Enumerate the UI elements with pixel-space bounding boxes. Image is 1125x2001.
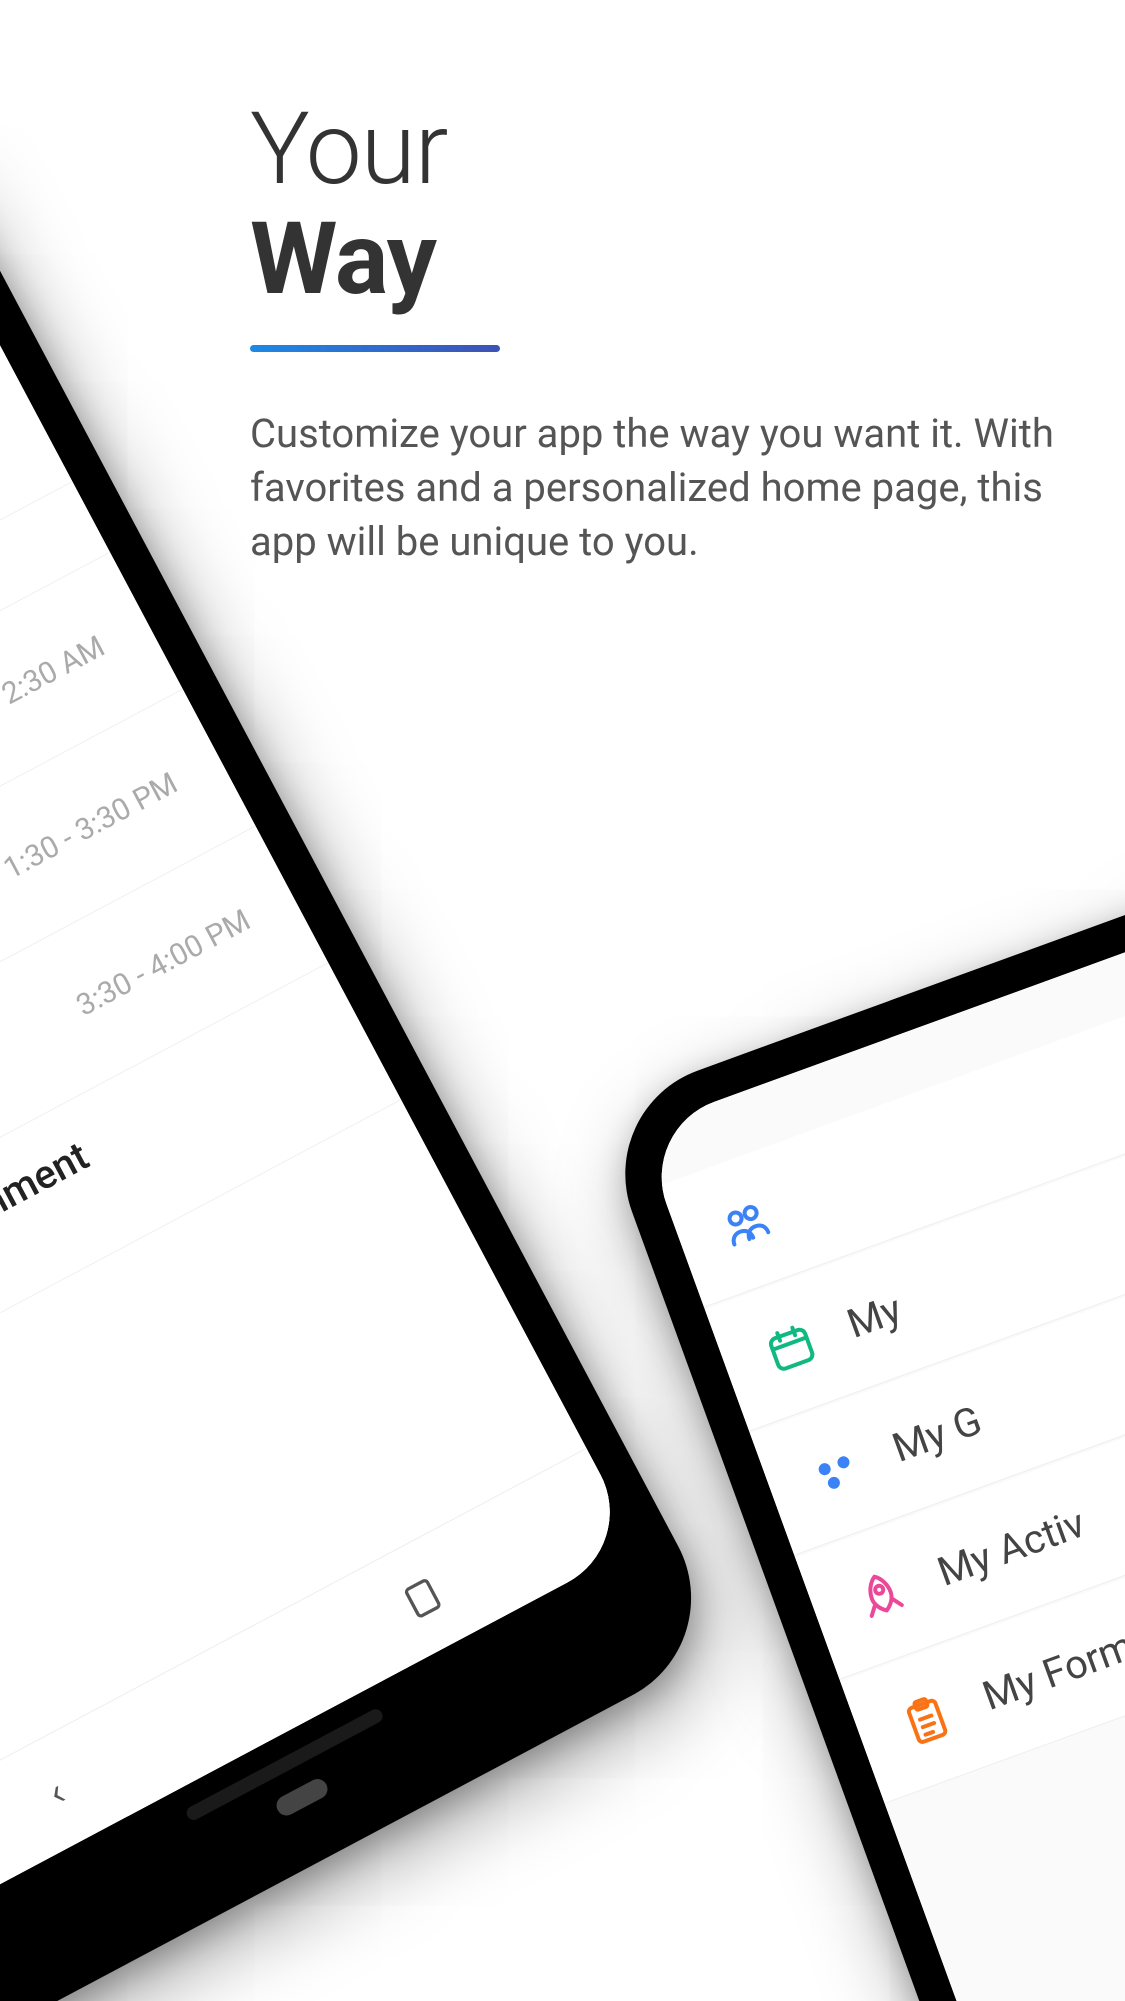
menu-label: My G bbox=[886, 1397, 988, 1472]
phone-mockup-right: My My G My Activ bbox=[594, 800, 1125, 2001]
hero-block: Your Way Customize your app the way you … bbox=[250, 95, 1060, 569]
clipboard-icon bbox=[890, 1683, 962, 1755]
hero-title-light: Your bbox=[250, 95, 1060, 205]
event-title: Upload English assignment bbox=[0, 1132, 96, 1402]
menu-label: My bbox=[841, 1285, 908, 1348]
phone-screen: My My G My Activ bbox=[639, 845, 1125, 2001]
rocket-icon bbox=[845, 1559, 917, 1631]
event-details: Upload English assignment bbox=[0, 1132, 96, 1402]
recents-icon[interactable] bbox=[396, 1571, 450, 1625]
hero-description: Customize your app the way you want it. … bbox=[250, 407, 1060, 569]
hero-title-bold: Way bbox=[250, 205, 1060, 315]
dots-icon bbox=[800, 1435, 872, 1507]
event-time: 1:30 - 3:30 PM bbox=[0, 765, 183, 886]
phone-frame: My My G My Activ bbox=[594, 800, 1125, 2001]
menu-panel: My My G My Activ bbox=[639, 845, 1125, 2001]
hero-underline bbox=[250, 345, 500, 352]
promo-canvas: Your Way Customize your app the way you … bbox=[0, 0, 1125, 2001]
people-icon bbox=[710, 1187, 782, 1259]
menu-label: My Activ bbox=[931, 1499, 1091, 1595]
phone-home-indicator bbox=[273, 1776, 331, 1819]
android-navbar: ‹ bbox=[0, 1448, 638, 1935]
back-icon[interactable]: ‹ bbox=[40, 1769, 73, 1816]
calendar-icon bbox=[755, 1311, 827, 1383]
event-time: 3:30 - 4:00 PM bbox=[71, 902, 256, 1023]
